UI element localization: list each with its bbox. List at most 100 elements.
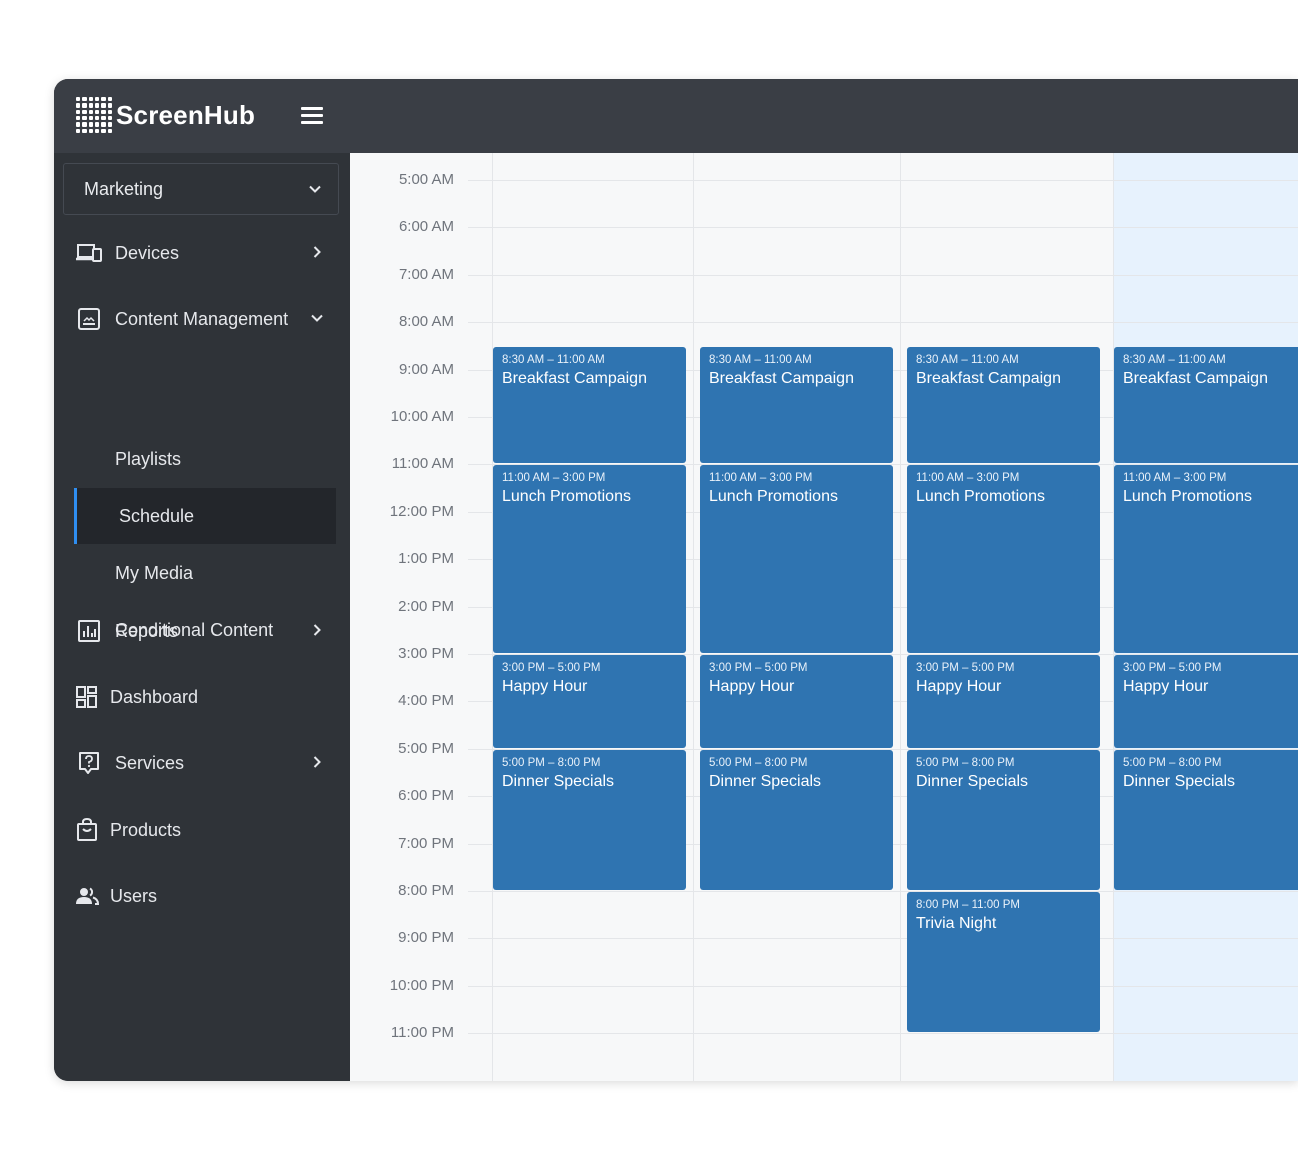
schedule-event[interactable]: 5:00 PM – 8:00 PM Dinner Specials [700, 750, 893, 890]
time-label: 3:00 PM [398, 645, 454, 662]
chevron-right-icon [313, 756, 321, 768]
schedule-event[interactable]: 5:00 PM – 8:00 PM Dinner Specials [493, 750, 686, 890]
schedule-event[interactable]: 11:00 AM – 3:00 PM Lunch Promotions [1114, 465, 1298, 653]
time-label: 9:00 AM [398, 361, 454, 378]
app-logo[interactable]: ScreenHub [76, 97, 255, 133]
time-label: 1:00 PM [398, 550, 454, 567]
users-icon [76, 887, 100, 905]
event-title: Happy Hour [1123, 678, 1209, 695]
schedule-event[interactable]: 8:30 AM – 11:00 AM Breakfast Campaign [1114, 347, 1298, 463]
chevron-down-icon [311, 314, 323, 322]
time-label: 9:00 PM [398, 929, 454, 946]
hour-gridline [468, 227, 1298, 228]
event-time: 11:00 AM – 3:00 PM [709, 472, 813, 484]
dot-grid-logo-icon [76, 97, 112, 133]
schedule-event[interactable]: 11:00 AM – 3:00 PM Lunch Promotions [907, 465, 1100, 653]
org-select[interactable]: Marketing [63, 163, 339, 215]
schedule-event[interactable]: 5:00 PM – 8:00 PM Dinner Specials [1114, 750, 1298, 890]
time-label: 5:00 AM [398, 171, 454, 188]
schedule-event[interactable]: 3:00 PM – 5:00 PM Happy Hour [493, 655, 686, 748]
hour-gridline [468, 891, 1298, 892]
event-time: 3:00 PM – 5:00 PM [916, 662, 1015, 674]
schedule-event[interactable]: 8:30 AM – 11:00 AM Breakfast Campaign [700, 347, 893, 463]
app-window: ScreenHub Marketing Devices Content Mana… [54, 79, 1298, 1081]
sidebar: Marketing Devices Content Management Pla… [54, 153, 350, 1081]
event-title: Happy Hour [502, 678, 588, 695]
time-label: 10:00 AM [390, 408, 454, 425]
sidebar-subitem-my-media[interactable]: My Media [74, 545, 336, 601]
sidebar-subitem-schedule[interactable]: Schedule [74, 488, 336, 544]
event-time: 11:00 AM – 3:00 PM [1123, 472, 1227, 484]
event-title: Breakfast Campaign [709, 370, 854, 387]
event-title: Breakfast Campaign [1123, 370, 1268, 387]
time-label: 11:00 AM [391, 455, 454, 472]
time-label: 10:00 PM [389, 977, 454, 994]
time-label: 4:00 PM [398, 692, 454, 709]
hour-gridline [468, 938, 1298, 939]
sidebar-item-users[interactable]: Users [54, 873, 350, 919]
time-label: 7:00 PM [398, 835, 454, 852]
time-label: 8:00 PM [398, 882, 454, 899]
sidebar-item-services[interactable]: Services [54, 740, 350, 786]
event-time: 8:30 AM – 11:00 AM [502, 354, 605, 366]
event-time: 8:00 PM – 11:00 PM [916, 899, 1020, 911]
time-label: 6:00 PM [398, 787, 454, 804]
event-title: Lunch Promotions [709, 488, 838, 505]
time-label: 7:00 AM [398, 266, 454, 283]
sidebar-item-label: Products [110, 819, 182, 840]
top-bar: ScreenHub [54, 79, 1298, 153]
event-title: Dinner Specials [916, 773, 1029, 790]
event-title: Breakfast Campaign [502, 370, 647, 387]
hamburger-icon[interactable] [301, 107, 323, 125]
devices-icon [76, 244, 102, 262]
sidebar-item-dashboard[interactable]: Dashboard [54, 674, 350, 720]
event-title: Lunch Promotions [1123, 488, 1252, 505]
event-time: 11:00 AM – 3:00 PM [916, 472, 1020, 484]
app-name: ScreenHub [116, 99, 256, 130]
sidebar-item-reports[interactable]: Reports [54, 608, 350, 654]
bar-chart-icon [78, 620, 100, 642]
event-time: 5:00 PM – 8:00 PM [1123, 757, 1222, 769]
sidebar-item-label: Dashboard [110, 686, 199, 707]
event-title: Lunch Promotions [502, 488, 631, 505]
sidebar-item-label: Reports [115, 620, 179, 641]
event-time: 3:00 PM – 5:00 PM [502, 662, 601, 674]
sidebar-subitem-label: Playlists [115, 448, 182, 469]
hour-gridline [468, 275, 1298, 276]
event-title: Dinner Specials [502, 773, 615, 790]
event-time: 5:00 PM – 8:00 PM [502, 757, 601, 769]
sidebar-item-label: Devices [115, 242, 180, 263]
sidebar-item-label: Users [110, 885, 158, 906]
time-label: 12:00 PM [389, 503, 454, 520]
event-title: Dinner Specials [709, 773, 822, 790]
event-time: 3:00 PM – 5:00 PM [709, 662, 808, 674]
hour-gridline [468, 180, 1298, 181]
schedule-event[interactable]: 5:00 PM – 8:00 PM Dinner Specials [907, 750, 1100, 890]
event-time: 8:30 AM – 11:00 AM [709, 354, 812, 366]
schedule-event[interactable]: 3:00 PM – 5:00 PM Happy Hour [907, 655, 1100, 748]
sidebar-item-products[interactable]: Products [54, 807, 350, 853]
sidebar-subitem-label: Schedule [119, 505, 195, 526]
event-time: 8:30 AM – 11:00 AM [1123, 354, 1226, 366]
time-label: 5:00 PM [398, 740, 454, 757]
schedule-event[interactable]: 8:30 AM – 11:00 AM Breakfast Campaign [907, 347, 1100, 463]
day-column-divider [693, 153, 694, 1081]
event-time: 3:00 PM – 5:00 PM [1123, 662, 1222, 674]
schedule-event[interactable]: 8:30 AM – 11:00 AM Breakfast Campaign [493, 347, 686, 463]
dashboard-grid-icon [76, 686, 97, 708]
chevron-right-icon [313, 246, 321, 258]
event-time: 8:30 AM – 11:00 AM [916, 354, 1019, 366]
schedule-event[interactable]: 11:00 AM – 3:00 PM Lunch Promotions [493, 465, 686, 653]
schedule-event[interactable]: 8:00 PM – 11:00 PM Trivia Night [907, 892, 1100, 1032]
sidebar-subitem-playlists[interactable]: Playlists [74, 431, 336, 487]
event-title: Happy Hour [916, 678, 1002, 695]
schedule-event[interactable]: 3:00 PM – 5:00 PM Happy Hour [700, 655, 893, 748]
schedule-event[interactable]: 11:00 AM – 3:00 PM Lunch Promotions [700, 465, 893, 653]
sidebar-subitem-label: My Media [115, 562, 194, 583]
time-label: 11:00 PM [390, 1024, 454, 1041]
sidebar-item-content-management[interactable]: Content Management [54, 296, 350, 342]
sidebar-item-devices[interactable]: Devices [54, 230, 350, 276]
schedule-event[interactable]: 3:00 PM – 5:00 PM Happy Hour [1114, 655, 1298, 748]
sidebar-item-label: Services [115, 752, 185, 773]
time-label: 8:00 AM [398, 313, 454, 330]
